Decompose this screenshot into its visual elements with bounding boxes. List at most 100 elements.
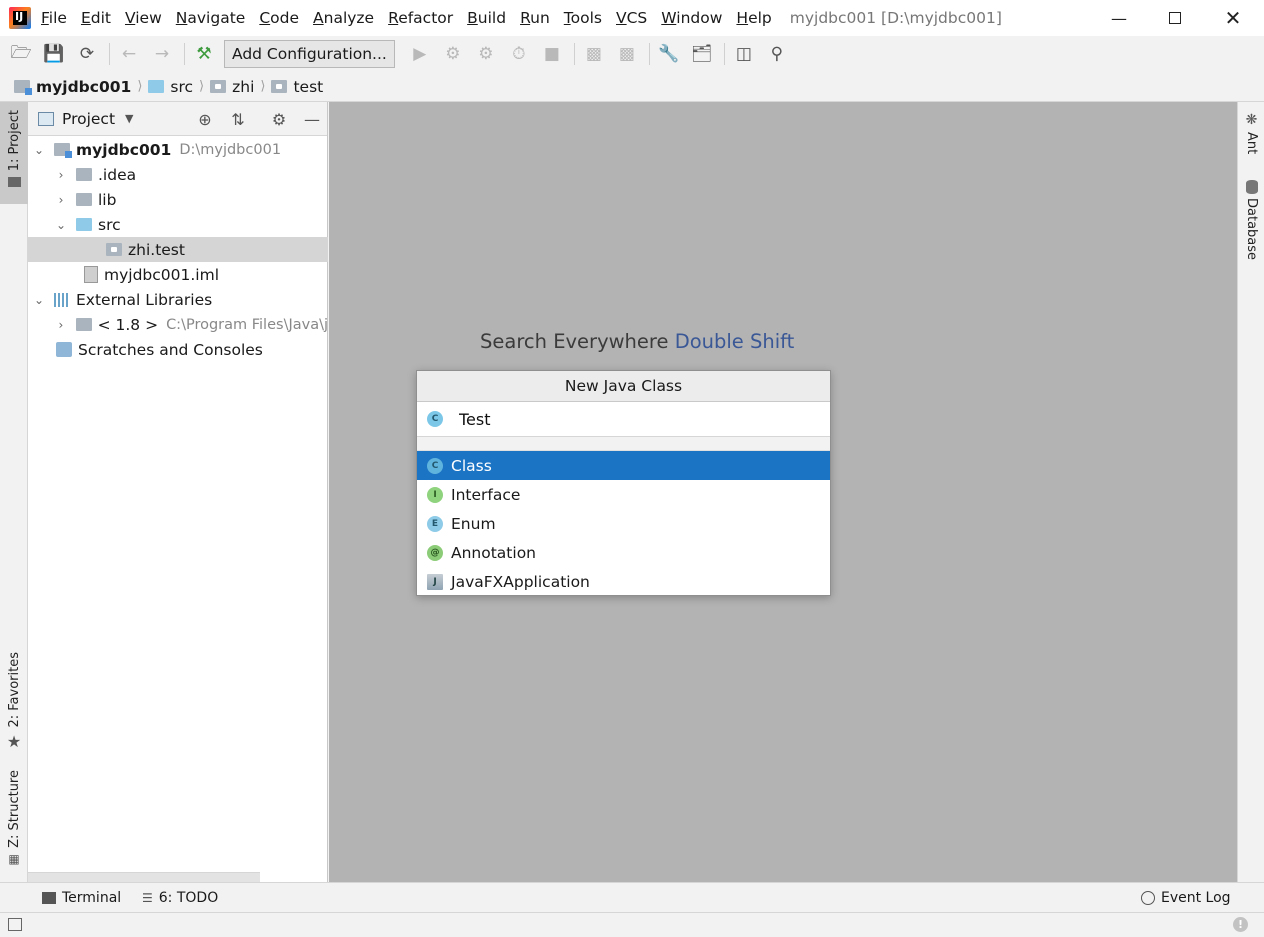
sync-icon[interactable]: ⟳: [74, 41, 100, 67]
terminal-icon: [42, 892, 56, 904]
menu-vcs[interactable]: VCS: [616, 9, 647, 27]
build-hammer-icon[interactable]: ⚒: [191, 41, 217, 67]
popup-title: New Java Class: [417, 371, 830, 402]
project-structure-icon[interactable]: 🗂: [689, 41, 715, 67]
toolbar-separator: [723, 43, 725, 65]
save-icon[interactable]: 💾: [41, 41, 67, 67]
event-log-tab[interactable]: Event Log: [1141, 890, 1231, 906]
tab-favorites-label: 2: Favorites: [6, 652, 22, 728]
tree-item-lib[interactable]: › lib: [28, 187, 328, 212]
tree-item-iml-file[interactable]: myjdbc001.iml: [28, 262, 328, 287]
presentation-icon[interactable]: ◫: [731, 41, 757, 67]
run-icon[interactable]: ▶: [407, 41, 433, 67]
terminal-tab[interactable]: Terminal: [42, 890, 121, 906]
folder-icon: [7, 177, 21, 188]
kind-option-interface[interactable]: I Interface: [417, 480, 830, 509]
breadcrumb-item-project[interactable]: myjdbc001: [14, 78, 131, 96]
todo-tab-label: 6: TODO: [158, 890, 219, 906]
folder-icon: [76, 168, 92, 181]
minimize-button[interactable]: —: [1090, 0, 1148, 36]
tree-item-label: External Libraries: [76, 290, 213, 309]
settings-wrench-icon[interactable]: 🔧: [656, 41, 682, 67]
back-arrow-icon[interactable]: ←: [116, 41, 142, 67]
tree-item-package-zhi-test[interactable]: zhi.test: [28, 237, 328, 262]
event-log-icon: [1141, 891, 1155, 905]
kind-option-label: Interface: [451, 485, 521, 504]
search-icon[interactable]: ⚲: [764, 41, 790, 67]
right-tool-stripe: ❋ Ant Database: [1237, 102, 1264, 882]
tree-item-idea[interactable]: › .idea: [28, 162, 328, 187]
intellij-logo-icon: IJ: [9, 7, 31, 29]
run-coverage-icon[interactable]: ⚙: [473, 41, 499, 67]
menu-help[interactable]: Help: [736, 9, 771, 27]
chevron-down-icon[interactable]: ▼: [125, 112, 133, 125]
project-panel-title[interactable]: Project: [62, 110, 115, 128]
tree-item-label: src: [98, 215, 121, 234]
menu-window[interactable]: Window: [661, 9, 722, 27]
tree-item-project-root[interactable]: ⌄ myjdbc001 D:\myjdbc001: [28, 137, 328, 162]
tool-windows-toggle-icon[interactable]: [8, 918, 22, 931]
deploy-icon[interactable]: ▩: [614, 41, 640, 67]
tree-item-label: myjdbc001: [76, 140, 172, 159]
forward-arrow-icon[interactable]: →: [149, 41, 175, 67]
breadcrumb-item-test[interactable]: test: [271, 78, 323, 96]
project-panel-header: Project ▼ ⊕ ⇅ ⚙ —: [28, 102, 327, 136]
menu-file[interactable]: File: [41, 9, 67, 27]
stop-icon[interactable]: ■: [539, 41, 565, 67]
kind-option-annotation[interactable]: @ Annotation: [417, 538, 830, 567]
locate-target-icon[interactable]: ⊕: [194, 108, 216, 130]
debug-icon[interactable]: ⚙: [440, 41, 466, 67]
chevron-down-icon[interactable]: ⌄: [32, 143, 46, 157]
breadcrumb-item-src[interactable]: src: [148, 78, 193, 96]
menu-run[interactable]: Run: [520, 9, 550, 27]
collapse-all-icon[interactable]: ⇅: [227, 108, 249, 130]
tree-item-external-libraries[interactable]: ⌄ External Libraries: [28, 287, 328, 312]
menu-analyze[interactable]: Analyze: [313, 9, 374, 27]
chevron-right-icon[interactable]: ›: [54, 318, 68, 332]
breadcrumb-item-zhi[interactable]: zhi: [210, 78, 254, 96]
tab-structure[interactable]: Z: Structure ▦: [0, 770, 28, 872]
kind-option-class[interactable]: C Class: [417, 451, 830, 480]
tab-ant-label: Ant: [1244, 132, 1259, 155]
add-configuration-button[interactable]: Add Configuration...: [224, 40, 395, 68]
breadcrumb-label: src: [170, 77, 194, 96]
tab-project[interactable]: 1: Project: [0, 102, 28, 204]
class-name-row: C: [417, 402, 830, 437]
gear-icon[interactable]: ⚙: [268, 108, 290, 130]
toolbar-separator: [648, 43, 650, 65]
tab-ant[interactable]: ❋ Ant: [1238, 112, 1264, 154]
tree-item-label: < 1.8 >: [97, 315, 159, 334]
kind-option-enum[interactable]: E Enum: [417, 509, 830, 538]
menu-navigate[interactable]: Navigate: [176, 9, 246, 27]
horizontal-scrollbar[interactable]: [28, 872, 260, 882]
chevron-right-icon[interactable]: ›: [54, 168, 68, 182]
menu-refactor[interactable]: Refactor: [388, 9, 453, 27]
notifications-icon[interactable]: !: [1233, 917, 1248, 932]
chevron-right-icon[interactable]: ›: [54, 193, 68, 207]
close-window-button[interactable]: ✕: [1204, 0, 1262, 36]
tree-item-label: Scratches and Consoles: [78, 340, 263, 359]
tree-item-src[interactable]: ⌄ src: [28, 212, 328, 237]
toolbar-separator: [109, 43, 110, 65]
chevron-down-icon[interactable]: ⌄: [32, 293, 46, 307]
tab-project-label: 1: Project: [6, 110, 22, 172]
menu-view[interactable]: View: [125, 9, 162, 27]
tab-database[interactable]: Database: [1238, 180, 1264, 260]
maximize-button[interactable]: [1146, 0, 1204, 36]
attach-debugger-icon[interactable]: ▩: [581, 41, 607, 67]
kind-option-javafx-application[interactable]: J JavaFXApplication: [417, 567, 830, 596]
tree-item-jdk[interactable]: › < 1.8 > C:\Program Files\Java\j: [28, 312, 328, 337]
todo-tab[interactable]: ☰ 6: TODO: [142, 890, 218, 906]
menu-build[interactable]: Build: [467, 9, 506, 27]
tab-favorites[interactable]: 2: Favorites ★: [0, 652, 28, 752]
open-folder-icon[interactable]: 🗁: [8, 41, 34, 67]
menu-tools[interactable]: Tools: [564, 9, 602, 27]
profile-icon[interactable]: ⏱: [506, 41, 532, 67]
chevron-down-icon[interactable]: ⌄: [54, 218, 68, 232]
menu-code[interactable]: Code: [259, 9, 299, 27]
menu-edit[interactable]: Edit: [81, 9, 111, 27]
class-name-input[interactable]: [459, 409, 819, 429]
hide-panel-icon[interactable]: —: [301, 108, 323, 130]
search-everywhere-hint: Search Everywhere Double Shift: [480, 330, 794, 353]
tree-item-scratches[interactable]: Scratches and Consoles: [28, 337, 328, 362]
